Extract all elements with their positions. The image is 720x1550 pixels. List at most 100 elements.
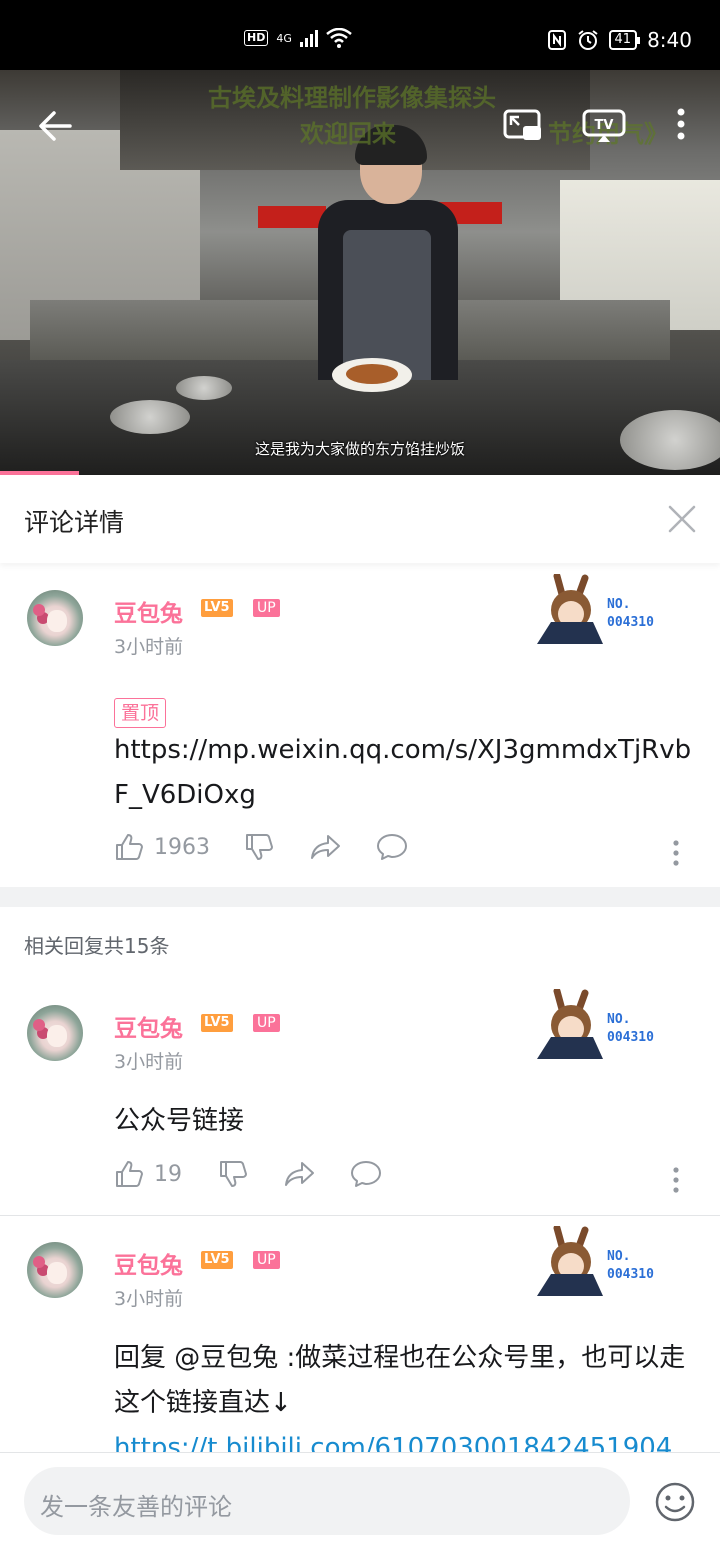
like-count: 19: [154, 1161, 182, 1187]
video-scene-bowl: [176, 376, 232, 400]
share-button[interactable]: [310, 832, 342, 862]
video-more-button[interactable]: [672, 108, 690, 144]
comment-actions: 19: [114, 1159, 704, 1199]
badge-no-label: NO.: [607, 597, 631, 612]
battery-icon: 41: [608, 30, 640, 50]
share-icon: [285, 1162, 314, 1186]
up-badge: UP: [253, 1251, 280, 1269]
comment-more-button[interactable]: [672, 840, 680, 870]
video-scene-apron: [343, 230, 431, 380]
hd-indicator: HD: [244, 30, 269, 46]
level-badge: LV5: [201, 1014, 233, 1032]
emoji-icon: [655, 1482, 695, 1522]
main-comment: 豆包兔 LV5 UP 3小时前 NO. 004310 置顶 https://mp.…: [0, 570, 720, 887]
like-button[interactable]: 19: [114, 1159, 182, 1189]
comment-actions: 1963: [114, 832, 704, 872]
reply-divider: [0, 1215, 720, 1216]
badge-id: 004310: [607, 1267, 654, 1282]
comment-input-bar: 发一条友善的评论: [0, 1452, 720, 1550]
status-right: 41 8:40: [547, 28, 692, 52]
video-subtitle: 这是我为大家做的东方馅挂炒饭: [254, 440, 465, 458]
reply-text: 回复 @豆包兔 :做菜过程也在公众号里，也可以走这个链接直达↓: [114, 1343, 686, 1418]
dislike-button[interactable]: [244, 832, 274, 862]
more-vertical-icon: [673, 1167, 679, 1193]
badge-no-label: NO.: [607, 1249, 631, 1264]
more-vertical-icon: [673, 840, 679, 866]
thumbs-up-icon: [116, 834, 143, 860]
share-icon: [311, 835, 340, 859]
reply-link[interactable]: https://t.bilibili.com/61070300184245190…: [114, 1433, 672, 1452]
comment-text[interactable]: 公众号链接: [114, 1099, 694, 1144]
reply-button[interactable]: [350, 1159, 382, 1189]
nfc-icon: [547, 30, 566, 50]
avatar[interactable]: [27, 1242, 83, 1298]
tv-cast-button[interactable]: TV: [582, 108, 626, 144]
reply-button[interactable]: [376, 832, 408, 862]
comment-text[interactable]: 回复 @豆包兔 :做菜过程也在公众号里，也可以走这个链接直达↓ https://…: [114, 1336, 694, 1452]
back-button[interactable]: [36, 106, 76, 146]
dislike-button[interactable]: [218, 1159, 248, 1189]
level-badge: LV5: [201, 1251, 233, 1269]
character-badge-icon: [537, 989, 603, 1059]
chat-bubble-icon: [377, 834, 407, 860]
avatar[interactable]: [27, 1005, 83, 1061]
thumbs-up-icon: [116, 1161, 143, 1187]
thumbs-down-icon: [220, 1161, 247, 1187]
signal-icon: [299, 29, 318, 47]
up-badge: UP: [253, 599, 280, 617]
video-scene-sign: [258, 206, 326, 228]
comment-text[interactable]: https://mp.weixin.qq.com/s/XJ3gmmdxTjRvb…: [114, 728, 694, 818]
video-scene-bowl: [110, 400, 190, 434]
clock: 8:40: [647, 28, 692, 52]
close-button[interactable]: [664, 501, 700, 537]
alarm-icon: [577, 30, 598, 50]
comment-detail-header: 评论详情: [0, 475, 720, 563]
tv-cast-icon: TV: [582, 109, 626, 142]
thumbs-down-icon: [246, 834, 273, 860]
comment-more-button[interactable]: [672, 1167, 680, 1197]
like-button[interactable]: 1963: [114, 832, 210, 862]
related-replies-count: 相关回复共15条: [24, 934, 170, 958]
svg-text:TV: TV: [595, 118, 614, 133]
fan-badge[interactable]: NO. 004310: [527, 989, 687, 1059]
username[interactable]: 豆包兔: [114, 1009, 183, 1043]
comment-time: 3小时前: [114, 1288, 184, 1310]
reply-item: 豆包兔 LV5 UP 3小时前 NO. 004310 公众号链接 19: [0, 985, 720, 1213]
video-scene-plate: [332, 358, 412, 392]
chat-bubble-icon: [351, 1161, 381, 1187]
arrow-left-icon: [39, 111, 72, 141]
level-badge: LV5: [201, 599, 233, 617]
comment-time: 3小时前: [114, 636, 184, 658]
avatar[interactable]: [27, 590, 83, 646]
comment-time: 3小时前: [114, 1051, 184, 1073]
like-count: 1963: [154, 834, 210, 860]
badge-number: NO. 004310: [607, 1248, 654, 1284]
more-vertical-icon: [677, 108, 685, 140]
wifi-icon: [326, 28, 352, 48]
emoji-button[interactable]: [654, 1481, 696, 1523]
video-overlay-welcome: 欢迎回来: [300, 120, 396, 148]
badge-id: 004310: [607, 615, 654, 630]
badge-number: NO. 004310: [607, 596, 654, 632]
fan-badge[interactable]: NO. 004310: [527, 1226, 687, 1296]
panel-title: 评论详情: [24, 508, 125, 537]
share-button[interactable]: [284, 1159, 316, 1189]
video-player[interactable]: 古埃及料理制作影像集探头 欢迎回来 节约用气》 这是我为大家做的东方馅挂炒饭 T…: [0, 70, 720, 475]
badge-number: NO. 004310: [607, 1011, 654, 1047]
comment-input-placeholder: 发一条友善的评论: [40, 1493, 232, 1521]
username[interactable]: 豆包兔: [114, 1246, 183, 1280]
badge-no-label: NO.: [607, 1012, 631, 1027]
character-badge-icon: [537, 1226, 603, 1296]
fan-badge[interactable]: NO. 004310: [527, 574, 687, 644]
status-left: HD 4G: [244, 28, 352, 48]
up-badge: UP: [253, 1014, 280, 1032]
pip-button[interactable]: [503, 108, 543, 144]
status-bar: HD 4G 41 8:40: [0, 0, 720, 70]
character-badge-icon: [537, 574, 603, 644]
badge-id: 004310: [607, 1030, 654, 1045]
reply-item: 豆包兔 LV5 UP 3小时前 NO. 004310 回复 @豆包兔 :做菜过程也…: [0, 1222, 720, 1452]
username[interactable]: 豆包兔: [114, 594, 183, 628]
comment-input[interactable]: 发一条友善的评论: [24, 1467, 630, 1535]
section-divider: [0, 887, 720, 907]
video-overlay-title: 古埃及料理制作影像集探头: [208, 84, 496, 112]
